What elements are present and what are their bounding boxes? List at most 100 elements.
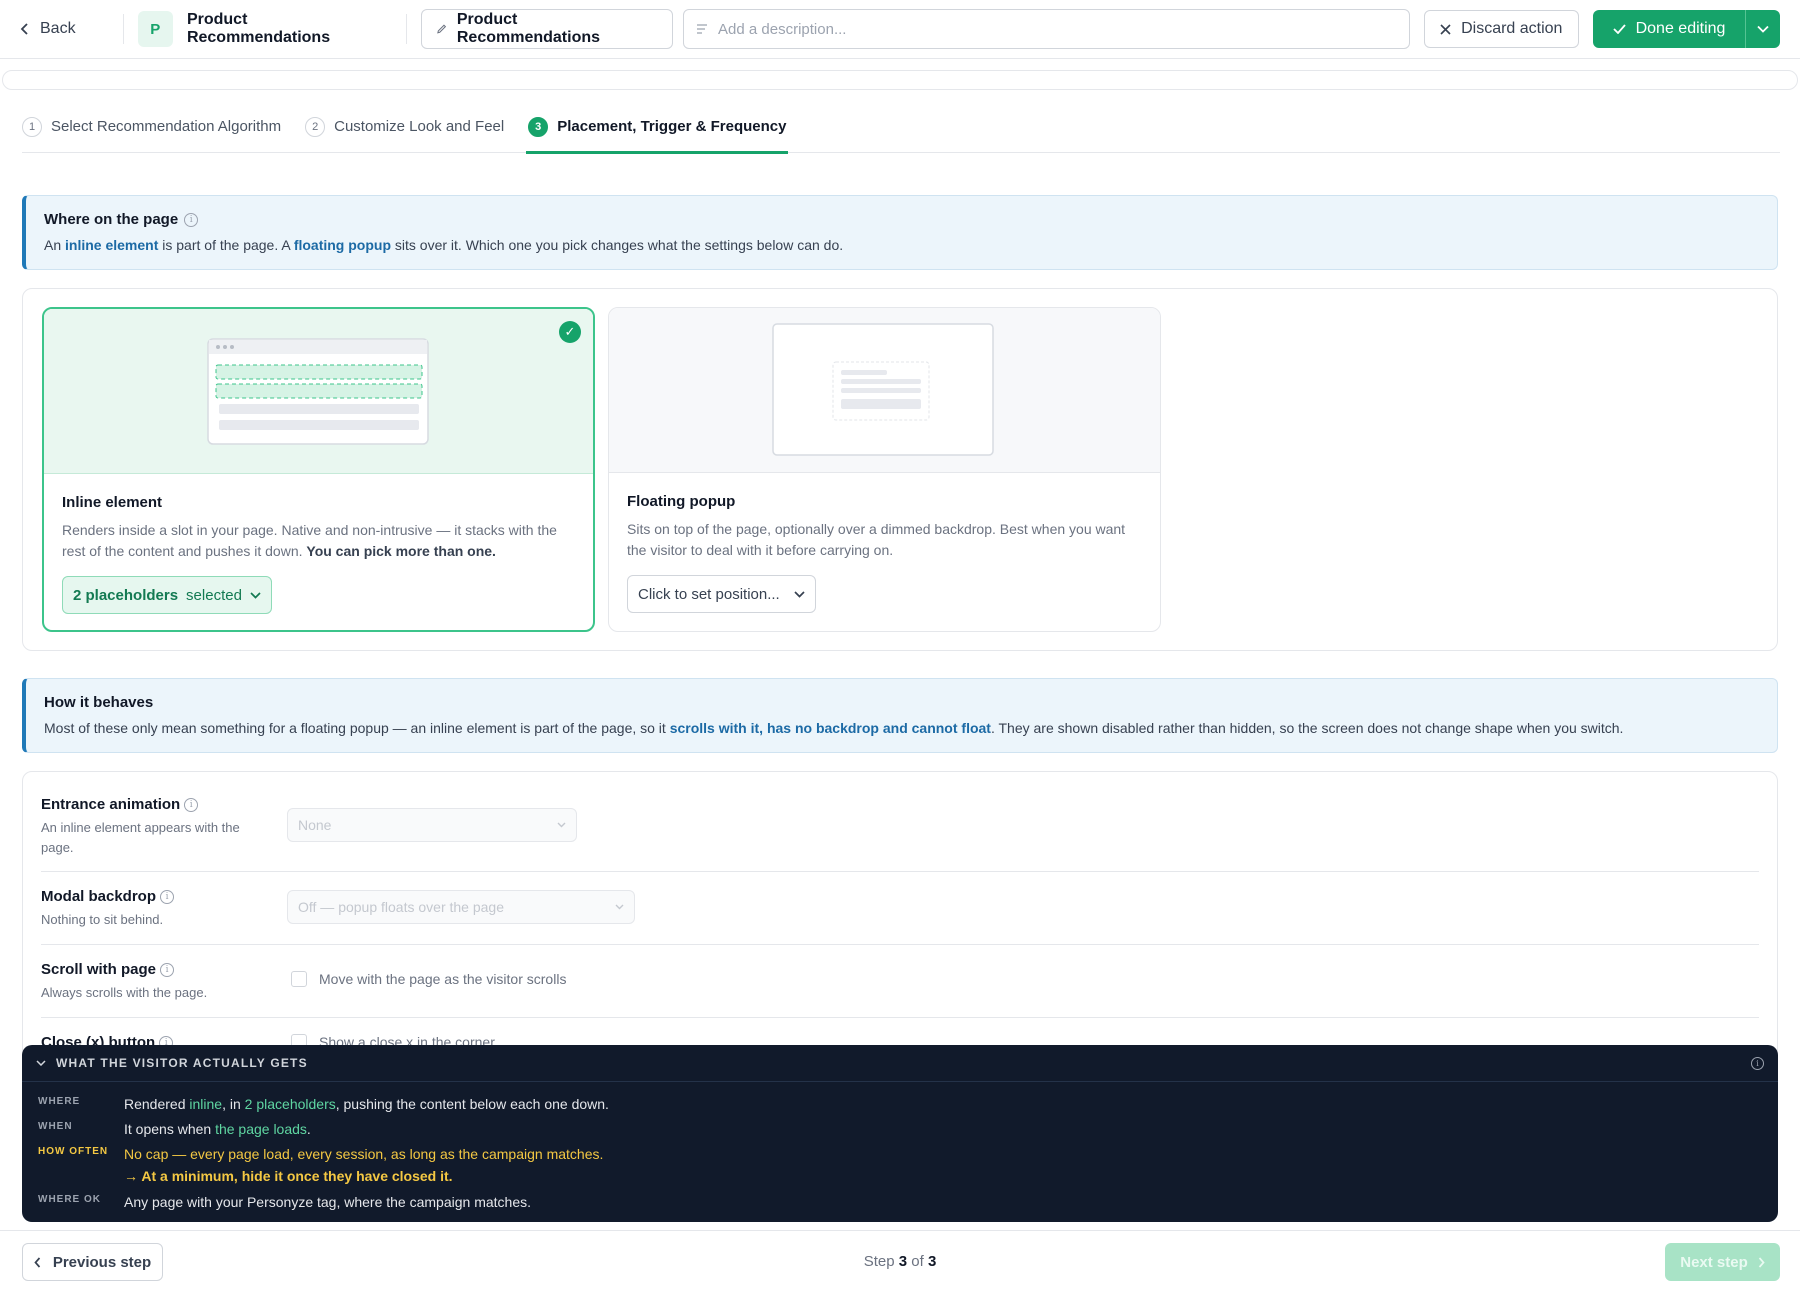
entrance-animation-row: Entrance animation i An inline element a… xyxy=(41,772,1759,872)
app-title: Product Recommendations xyxy=(186,11,331,46)
card-body: Inline element Renders inside a slot in … xyxy=(44,474,593,630)
info-icon[interactable]: i xyxy=(1751,1056,1764,1070)
chevron-down-icon xyxy=(615,904,624,910)
summary-where: WHERE Rendered inline, in 2 placeholders… xyxy=(38,1093,609,1115)
chevron-left-icon xyxy=(20,23,28,35)
modal-backdrop-row: Modal backdrop i Nothing to sit behind. … xyxy=(41,872,1759,945)
summary-value: No cap — every page load, every session,… xyxy=(124,1143,603,1187)
info-icon[interactable]: i xyxy=(160,962,175,977)
summary-key: HOW OFTEN xyxy=(38,1146,109,1157)
summary-header[interactable]: WHAT THE VISITOR ACTUALLY GETS i xyxy=(22,1045,1778,1082)
banner-text: Most of these only mean something for a … xyxy=(44,720,1759,736)
text-lines-icon xyxy=(697,24,708,34)
frequency-warning: No cap — every page load, every session,… xyxy=(124,1146,604,1162)
current-step: 3 xyxy=(898,1253,908,1270)
entrance-animation-select[interactable]: None xyxy=(287,808,577,842)
campaign-name-field[interactable]: Product Recommendations xyxy=(420,9,674,49)
text-highlight: floating popup xyxy=(293,237,392,253)
popup-illustration xyxy=(609,308,1160,473)
summary-when: WHEN It opens when the page loads. xyxy=(38,1118,311,1140)
close-icon xyxy=(1440,23,1451,35)
banner-heading: Where on the page i xyxy=(44,211,1759,228)
info-icon[interactable]: i xyxy=(184,212,199,227)
info-icon[interactable]: i xyxy=(160,889,175,904)
card-body: Floating popup Sits on top of the page, … xyxy=(609,473,1160,631)
checkbox-label: Move with the page as the visitor scroll… xyxy=(319,971,567,987)
set-position-dropdown[interactable]: Click to set position... xyxy=(627,575,816,613)
step-tab-1[interactable]: 1 Select Recommendation Algorithm xyxy=(22,108,281,153)
divider xyxy=(122,14,124,44)
wizard-footer: Previous step Step 3 of 3 Next step xyxy=(0,1230,1800,1293)
description-input[interactable]: Add a description... xyxy=(683,9,1410,49)
text-segment: is part of the page. A xyxy=(158,237,294,253)
done-label: Done editing xyxy=(1635,20,1726,37)
text-segment: Rendered xyxy=(124,1096,190,1112)
inline-layout-illustration xyxy=(207,338,429,445)
desc-bold: You can pick more than one. xyxy=(306,543,496,559)
top-bar: Back P Product Recommendations Product R… xyxy=(0,0,1800,59)
banner-title: Where on the page xyxy=(44,211,179,228)
discard-action-button[interactable]: Discard action xyxy=(1423,10,1580,48)
step-label: Customize Look and Feel xyxy=(334,118,505,135)
summary-value: Any page with your Personyze tag, where … xyxy=(124,1194,531,1210)
empty-strip xyxy=(2,70,1798,90)
summary-key: WHERE OK xyxy=(38,1194,101,1205)
step-number: 2 xyxy=(305,117,326,137)
step-label: Select Recommendation Algorithm xyxy=(51,118,282,135)
pencil-icon xyxy=(436,24,446,34)
text-segment: . They are shown disabled rather than hi… xyxy=(990,720,1624,736)
scroll-with-page-row: Scroll with page i Always scrolls with t… xyxy=(41,945,1759,1018)
summary-how-often: HOW OFTEN No cap — every page load, ever… xyxy=(38,1143,603,1187)
description-placeholder: Add a description... xyxy=(718,20,847,38)
scroll-with-page-checkbox[interactable]: Move with the page as the visitor scroll… xyxy=(291,971,566,987)
chevron-right-icon xyxy=(1758,1256,1765,1268)
text-segment: . xyxy=(306,1121,311,1137)
back-label: Back xyxy=(40,20,76,37)
setting-label: Scroll with page i xyxy=(41,961,175,978)
selected-check-icon: ✓ xyxy=(559,321,581,343)
back-button[interactable]: Back xyxy=(20,20,109,38)
inline-element-card[interactable]: ✓ Inline element Renders inside a slot i… xyxy=(42,307,595,632)
done-options-button[interactable] xyxy=(1745,10,1781,48)
chevron-down-icon xyxy=(557,822,566,828)
of-word: of xyxy=(911,1253,924,1270)
step-number: 1 xyxy=(22,117,42,137)
setting-hint: An inline element appears with the page. xyxy=(41,820,240,855)
total-steps: 3 xyxy=(927,1253,937,1270)
done-editing-button[interactable]: Done editing xyxy=(1593,10,1746,48)
step-number: 3 xyxy=(528,117,549,137)
text-segment: sits over it. Which one you pick changes… xyxy=(391,237,844,253)
floating-popup-card[interactable]: Floating popup Sits on top of the page, … xyxy=(608,307,1161,632)
step-tab-3[interactable]: 3 Placement, Trigger & Frequency xyxy=(526,108,789,154)
how-it-behaves-banner: How it behaves Most of these only mean s… xyxy=(22,678,1778,753)
app-logo: P xyxy=(137,11,173,47)
where-on-page-banner: Where on the page i An inline element is… xyxy=(22,195,1778,270)
summary-title: WHAT THE VISITOR ACTUALLY GETS xyxy=(56,1056,308,1070)
setting-label-text: Modal backdrop xyxy=(41,888,157,905)
text-segment: , pushing the content below each one dow… xyxy=(335,1096,609,1112)
info-icon[interactable]: i xyxy=(184,797,199,812)
next-step-button[interactable]: Next step xyxy=(1665,1243,1780,1281)
modal-backdrop-select[interactable]: Off — popup floats over the page xyxy=(287,890,635,924)
text-highlight: the page loads xyxy=(215,1121,307,1137)
text-highlight: inline element xyxy=(65,237,159,253)
setting-hint: Always scrolls with the page. xyxy=(41,985,208,1000)
summary-value: It opens when the page loads. xyxy=(124,1118,311,1140)
setting-label-text: Scroll with page xyxy=(41,961,157,978)
set-position-label: Click to set position... xyxy=(638,585,780,603)
frequency-recommendation: → At a minimum, hide it once they have c… xyxy=(124,1168,453,1184)
card-title: Floating popup xyxy=(627,493,736,510)
visitor-summary-panel: WHAT THE VISITOR ACTUALLY GETS i WHERE R… xyxy=(22,1045,1778,1222)
check-icon xyxy=(1612,24,1626,34)
chevron-down-icon xyxy=(250,591,261,599)
chevron-down-icon xyxy=(794,590,805,598)
step-tab-2[interactable]: 2 Customize Look and Feel xyxy=(305,108,504,153)
placeholders-count: 2 placeholders xyxy=(73,586,179,604)
summary-key: WHERE xyxy=(38,1096,81,1107)
setting-label: Entrance animation i xyxy=(41,796,199,813)
summary-value: Rendered inline, in 2 placeholders, push… xyxy=(124,1093,609,1115)
step-word: Step xyxy=(863,1253,895,1270)
banner-text: An inline element is part of the page. A… xyxy=(44,237,1759,253)
chevron-down-icon xyxy=(36,1060,46,1066)
placeholders-dropdown[interactable]: 2 placeholders selected xyxy=(62,576,272,614)
